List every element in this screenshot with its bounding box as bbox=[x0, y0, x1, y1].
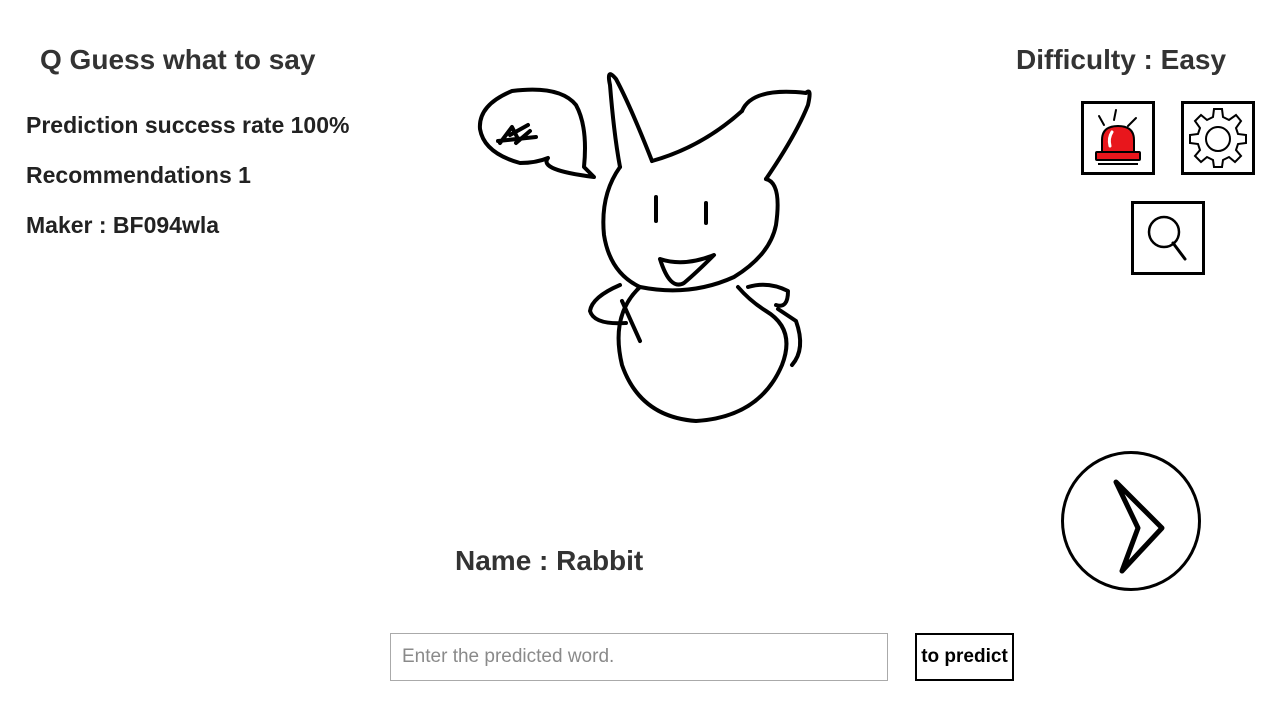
search-button[interactable] bbox=[1131, 201, 1205, 275]
play-arrow-icon bbox=[1113, 479, 1165, 574]
prediction-input[interactable] bbox=[390, 633, 888, 681]
report-button[interactable] bbox=[1081, 101, 1155, 175]
speech-bubble bbox=[477, 87, 596, 179]
bubble-scribble bbox=[496, 123, 538, 145]
recommendations-count: Recommendations 1 bbox=[26, 162, 251, 188]
magnifier-icon bbox=[1147, 215, 1187, 261]
question-title: Q Guess what to say bbox=[40, 44, 316, 75]
difficulty-label: Difficulty : Easy bbox=[1016, 44, 1227, 75]
next-button[interactable] bbox=[1061, 451, 1201, 591]
maker-label: Maker : BF094wla bbox=[26, 212, 220, 238]
alarm-siren-icon bbox=[1095, 109, 1141, 165]
answer-name-label: Name : Rabbit bbox=[455, 545, 644, 576]
settings-button[interactable] bbox=[1181, 101, 1255, 175]
prediction-success-rate: Prediction success rate 100% bbox=[26, 112, 350, 138]
rabbit-doodle-image bbox=[477, 72, 812, 423]
predict-button[interactable]: to predict bbox=[915, 633, 1014, 681]
drawing-canvas bbox=[470, 65, 820, 435]
gear-icon bbox=[1189, 108, 1247, 168]
